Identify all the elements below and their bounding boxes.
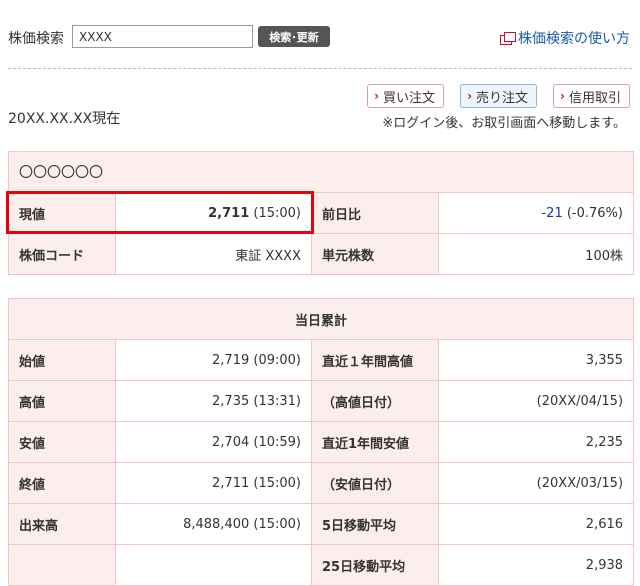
change-cell: -21 (-0.76%) — [438, 192, 634, 234]
change-label: 前日比 — [311, 192, 439, 234]
row-value: 2,938 — [437, 544, 635, 586]
chevron-right-icon: › — [374, 89, 380, 103]
help-link-label: 株価検索の使い方 — [518, 31, 630, 47]
row-value: (20XX/03/15) — [437, 462, 635, 504]
row-value: 8,488,400 (15:00) — [115, 503, 312, 545]
row-label: 直近１年間高値 — [311, 339, 439, 381]
margin-trade-label: 信用取引 — [568, 90, 621, 106]
table-row: 出来高 8,488,400 (15:00) 5日移動平均 2,616 — [8, 503, 635, 545]
login-note: ※ログイン後、お取引画面へ移動します。 — [382, 116, 626, 131]
chevron-right-icon: › — [467, 89, 473, 103]
row-label: 直近1年間安値 — [311, 421, 439, 463]
row-value — [115, 544, 312, 586]
search-update-button[interactable]: 検索･更新 — [258, 26, 330, 47]
code-value: 東証 XXXX — [115, 233, 312, 275]
current-price: 2,711 — [208, 205, 250, 221]
code-label: 株価コード — [8, 233, 116, 275]
change-value: -21 — [541, 205, 563, 221]
buy-order-label: 買い注文 — [383, 90, 436, 106]
row-label: 5日移動平均 — [311, 503, 439, 545]
unit-value: 100株 — [438, 233, 634, 275]
sell-order-label: 売り注文 — [476, 90, 529, 106]
table-row: 25日移動平均 2,938 — [8, 544, 635, 586]
current-price-label: 現値 — [8, 192, 116, 234]
as-of-date: 20XX.XX.XX現在 — [8, 111, 121, 127]
sell-order-button[interactable]: › 売り注文 — [460, 84, 538, 108]
divider — [8, 68, 632, 69]
row-label: （安値日付） — [311, 462, 439, 504]
current-price-cell: 2,711 (15:00) — [115, 192, 312, 234]
table-row: 高値 2,735 (13:31) （高値日付） (20XX/04/15) — [8, 380, 635, 422]
row-value: (20XX/04/15) — [437, 380, 635, 422]
row-value: 2,735 (13:31) — [115, 380, 312, 422]
search-input[interactable] — [72, 25, 253, 48]
stock-name-cell: 〇〇〇〇〇〇 — [8, 151, 634, 193]
buy-order-button[interactable]: › 買い注文 — [367, 84, 445, 108]
chevron-right-icon: › — [560, 89, 565, 103]
change-pct: (-0.76%) — [566, 205, 623, 221]
help-link[interactable]: 株価検索の使い方 — [500, 28, 630, 48]
unit-label: 単元株数 — [311, 233, 439, 275]
row-value: 3,355 — [437, 339, 635, 381]
daily-title: 当日累計 — [7, 298, 635, 340]
row-value: 2,704 (10:59) — [115, 421, 312, 463]
order-buttons: › 買い注文 › 売り注文 › 信用取引 — [367, 84, 630, 108]
row-value: 2,616 — [437, 503, 635, 545]
row-label: 始値 — [8, 339, 116, 381]
search-label: 株価検索 — [8, 31, 64, 47]
row-value: 2,719 (09:00) — [115, 339, 312, 381]
stock-name: 〇〇〇〇〇〇 — [19, 165, 103, 181]
daily-table: 当日累計 始値 2,719 (09:00) 直近１年間高値 3,355 高値 2… — [7, 298, 635, 586]
row-label: 25日移動平均 — [311, 544, 439, 586]
row-label: （高値日付） — [311, 380, 439, 422]
row-label — [8, 544, 116, 586]
row-value: 2,711 (15:00) — [115, 462, 312, 504]
row-label: 終値 — [8, 462, 116, 504]
table-row: 安値 2,704 (10:59) 直近1年間安値 2,235 — [8, 421, 635, 463]
current-price-time: (15:00) — [253, 205, 301, 221]
table-row: 始値 2,719 (09:00) 直近１年間高値 3,355 — [8, 339, 635, 381]
row-label: 高値 — [8, 380, 116, 422]
row-value: 2,235 — [437, 421, 635, 463]
row-label: 出来高 — [8, 503, 116, 545]
row-label: 安値 — [8, 421, 116, 463]
margin-trade-button[interactable]: › 信用取引 — [553, 84, 630, 108]
search-bar: 株価検索 検索･更新 株価検索の使い方 — [0, 0, 640, 68]
external-window-icon — [500, 32, 516, 45]
summary-table: 〇〇〇〇〇〇 現値 2,711 (15:00) 前日比 -21 (-0.76%)… — [8, 151, 634, 275]
table-row: 終値 2,711 (15:00) （安値日付） (20XX/03/15) — [8, 462, 635, 504]
